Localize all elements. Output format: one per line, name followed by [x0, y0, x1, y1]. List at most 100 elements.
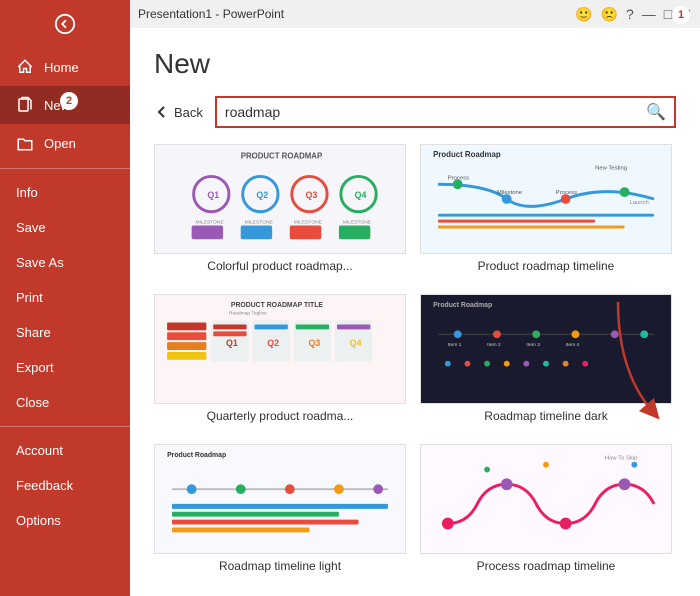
sidebar-label-close: Close: [16, 395, 49, 410]
sidebar-item-close[interactable]: Close: [0, 385, 130, 420]
minimize-button[interactable]: —: [642, 6, 656, 22]
sidebar-item-open[interactable]: Open: [0, 124, 130, 162]
sidebar-item-new[interactable]: New 2: [0, 86, 130, 124]
sidebar-item-share[interactable]: Share: [0, 315, 130, 350]
svg-text:PRODUCT ROADMAP TITLE: PRODUCT ROADMAP TITLE: [231, 302, 324, 309]
sidebar-item-info[interactable]: Info: [0, 175, 130, 210]
sidebar-label-print: Print: [16, 290, 43, 305]
svg-text:MILESTONE: MILESTONE: [294, 220, 323, 226]
svg-text:Q4: Q4: [355, 190, 367, 200]
template-card-3[interactable]: PRODUCT ROADMAP TITLE Roadmap Tagline: [154, 294, 406, 430]
sidebar-item-options[interactable]: Options: [0, 503, 130, 538]
svg-text:How To Skip: How To Skip: [605, 456, 638, 462]
template-preview-4: Product Roadmap Item 1 Item 2: [421, 295, 671, 403]
svg-text:New Testing: New Testing: [595, 166, 627, 172]
search-magnifier-icon: 🔍: [646, 102, 666, 122]
svg-text:Item 4: Item 4: [566, 342, 580, 348]
svg-text:Q2: Q2: [267, 338, 279, 348]
template-label-1: Colorful product roadmap...: [154, 259, 406, 273]
back-link-label: Back: [174, 105, 203, 120]
svg-text:Q1: Q1: [207, 190, 219, 200]
main-area: Presentation1 - PowerPoint 🙂 🙁 ? — □ ✕ N…: [130, 0, 700, 596]
emoji-smile[interactable]: 🙂: [575, 6, 592, 23]
back-icon: [54, 13, 76, 35]
svg-text:Launch: Launch: [629, 200, 648, 206]
maximize-button[interactable]: □: [664, 6, 672, 22]
sidebar-label-account: Account: [16, 443, 63, 458]
template-label-2: Product roadmap timeline: [420, 259, 672, 273]
divider-2: [0, 426, 130, 427]
sidebar-label-feedback: Feedback: [16, 478, 73, 493]
emoji-sad[interactable]: 🙁: [601, 6, 618, 23]
svg-text:Process: Process: [448, 175, 469, 181]
template-thumb-2: Product Roadmap Process Milestone Proc: [420, 144, 672, 254]
svg-text:MILESTONE: MILESTONE: [196, 220, 225, 226]
template-card-4[interactable]: Product Roadmap Item 1 Item 2: [420, 294, 672, 430]
svg-text:Roadmap Tagline: Roadmap Tagline: [229, 311, 267, 317]
sidebar-item-save-as[interactable]: Save As: [0, 245, 130, 280]
template-card-6[interactable]: How To Skip Process roadmap timeline: [420, 444, 672, 580]
template-preview-2: Product Roadmap Process Milestone Proc: [421, 145, 671, 253]
sidebar-label-share: Share: [16, 325, 51, 340]
template-label-6: Process roadmap timeline: [420, 559, 672, 573]
search-box: 🔍: [215, 96, 676, 128]
template-label-5: Roadmap timeline light: [154, 559, 406, 573]
sidebar-item-feedback[interactable]: Feedback: [0, 468, 130, 503]
sidebar: 1 Home New 2 Open I: [0, 0, 130, 596]
sidebar-bottom: Account Feedback Options: [0, 433, 130, 548]
sidebar-label-open: Open: [44, 136, 76, 151]
svg-text:PRODUCT ROADMAP: PRODUCT ROADMAP: [241, 152, 323, 161]
svg-text:Milestone: Milestone: [497, 190, 522, 196]
template-card-1[interactable]: PRODUCT ROADMAP Q1 Q2 Q3 Q4 MILESTONE: [154, 144, 406, 280]
search-input[interactable]: [225, 104, 646, 120]
svg-text:Q4: Q4: [350, 338, 362, 348]
home-icon: [16, 58, 34, 76]
sidebar-label-save-as: Save As: [16, 255, 64, 270]
svg-text:Q2: Q2: [256, 190, 268, 200]
back-arrow-icon: [154, 104, 170, 120]
template-card-5[interactable]: Product Roadmap: [154, 444, 406, 580]
template-thumb-4: Product Roadmap Item 1 Item 2: [420, 294, 672, 404]
template-preview-6: How To Skip: [421, 445, 671, 553]
svg-text:Product Roadmap: Product Roadmap: [167, 452, 226, 459]
svg-text:Q3: Q3: [308, 338, 320, 348]
back-button[interactable]: 1: [0, 0, 130, 48]
sidebar-nav: Home New 2 Open Info Save Save As: [0, 48, 130, 596]
sidebar-item-account[interactable]: Account: [0, 433, 130, 468]
content-wrapper: PRODUCT ROADMAP Q1 Q2 Q3 Q4 MILESTONE: [154, 144, 676, 580]
sidebar-item-export[interactable]: Export: [0, 350, 130, 385]
sidebar-item-print[interactable]: Print: [0, 280, 130, 315]
sidebar-item-save[interactable]: Save: [0, 210, 130, 245]
badge-1: 1: [672, 6, 690, 24]
template-label-4: Roadmap timeline dark: [420, 409, 672, 423]
new-icon: [16, 96, 34, 114]
svg-text:Q3: Q3: [306, 190, 318, 200]
svg-text:Q1: Q1: [226, 338, 238, 348]
open-icon: [16, 134, 34, 152]
title-bar: Presentation1 - PowerPoint 🙂 🙁 ? — □ ✕: [130, 0, 700, 28]
sidebar-label-home: Home: [44, 60, 79, 75]
help-icon[interactable]: ?: [626, 6, 634, 22]
page-title: New: [154, 48, 676, 80]
svg-text:Product Roadmap: Product Roadmap: [433, 150, 501, 159]
svg-text:Process: Process: [556, 190, 577, 196]
sidebar-label-options: Options: [16, 513, 61, 528]
svg-text:MILESTONE: MILESTONE: [343, 220, 372, 226]
svg-text:Product Roadmap: Product Roadmap: [433, 302, 492, 309]
template-preview-1: PRODUCT ROADMAP Q1 Q2 Q3 Q4 MILESTONE: [155, 145, 405, 253]
divider-1: [0, 168, 130, 169]
template-card-2[interactable]: Product Roadmap Process Milestone Proc: [420, 144, 672, 280]
content-area: New Back 🔍 PRODUCT ROADMAP: [130, 28, 700, 596]
template-thumb-5: Product Roadmap: [154, 444, 406, 554]
window-title: Presentation1 - PowerPoint: [138, 7, 284, 21]
templates-grid: PRODUCT ROADMAP Q1 Q2 Q3 Q4 MILESTONE: [154, 144, 676, 580]
sidebar-label-export: Export: [16, 360, 54, 375]
template-preview-3: PRODUCT ROADMAP TITLE Roadmap Tagline: [155, 295, 405, 403]
template-thumb-3: PRODUCT ROADMAP TITLE Roadmap Tagline: [154, 294, 406, 404]
svg-text:Item 1: Item 1: [448, 342, 462, 348]
svg-text:MILESTONE: MILESTONE: [245, 220, 274, 226]
sidebar-item-home[interactable]: Home: [0, 48, 130, 86]
back-link[interactable]: Back: [154, 104, 203, 120]
template-label-3: Quarterly product roadma...: [154, 409, 406, 423]
search-row: Back 🔍: [154, 96, 676, 128]
